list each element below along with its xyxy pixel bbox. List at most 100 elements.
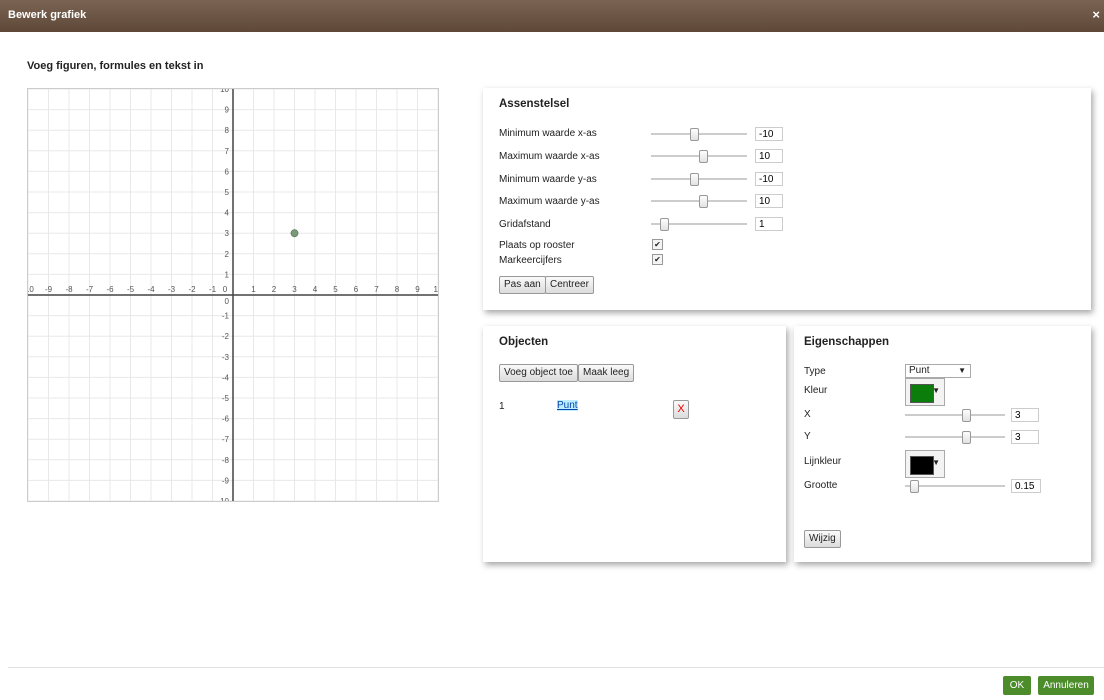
snap-grid-label: Plaats op rooster: [499, 240, 575, 251]
x-label: X: [804, 409, 811, 420]
max-y-slider[interactable]: [651, 195, 747, 208]
tick-numbers-checkbox[interactable]: ✔: [652, 254, 663, 265]
footer-divider: [8, 667, 1104, 668]
slider-thumb[interactable]: [910, 480, 919, 493]
object-index: 1: [499, 401, 505, 412]
x-tick-label: 3: [292, 285, 297, 294]
page-heading: Voeg figuren, formules en tekst in: [27, 60, 204, 72]
x-tick-label: -8: [65, 285, 73, 294]
chevron-down-icon: ▼: [932, 458, 940, 467]
apply-button[interactable]: Wijzig: [804, 530, 841, 548]
y-tick-label: -6: [222, 415, 230, 424]
graph-canvas[interactable]: -10-9-8-7-6-5-4-3-2-10123456789101098765…: [27, 88, 439, 502]
object-link[interactable]: Punt: [557, 400, 578, 411]
color-swatch: [910, 384, 934, 403]
slider-thumb[interactable]: [962, 409, 971, 422]
axes-panel-title: Assenstelsel: [499, 98, 570, 110]
slider-thumb[interactable]: [690, 128, 699, 141]
x-tick-label: -1: [209, 285, 217, 294]
y-tick-label: -1: [222, 312, 230, 321]
x-input[interactable]: [1011, 408, 1039, 422]
delete-object-button[interactable]: X: [673, 400, 689, 419]
color-picker[interactable]: ▼: [905, 378, 945, 406]
slider-thumb[interactable]: [699, 195, 708, 208]
y-tick-label: 9: [225, 106, 230, 115]
y-tick-label: 7: [225, 147, 230, 156]
min-y-slider[interactable]: [651, 173, 747, 186]
max-x-label: Maximum waarde x-as: [499, 151, 600, 162]
min-y-label: Minimum waarde y-as: [499, 174, 597, 185]
properties-panel: Eigenschappen Type Punt ▼ Kleur ▼ X Y Li…: [794, 326, 1091, 562]
x-tick-label: 2: [272, 285, 277, 294]
min-x-label: Minimum waarde x-as: [499, 128, 597, 139]
fit-button[interactable]: Pas aan: [499, 276, 546, 294]
grid-spacing-label: Gridafstand: [499, 219, 551, 230]
min-x-slider[interactable]: [651, 128, 747, 141]
y-tick-label: -2: [222, 332, 230, 341]
max-x-input[interactable]: [755, 149, 783, 163]
y-input[interactable]: [1011, 430, 1039, 444]
size-slider[interactable]: [905, 480, 1005, 493]
x-tick-label: -7: [86, 285, 94, 294]
slider-thumb[interactable]: [660, 218, 669, 231]
linecolor-picker[interactable]: ▼: [905, 450, 945, 478]
y-tick-label: 2: [225, 250, 230, 259]
slider-thumb[interactable]: [690, 173, 699, 186]
axes-panel: Assenstelsel Minimum waarde x-as Maximum…: [483, 88, 1091, 310]
ok-button[interactable]: OK: [1003, 676, 1031, 695]
y-tick-label: 5: [225, 188, 230, 197]
max-y-input[interactable]: [755, 194, 783, 208]
y-tick-label: -7: [222, 435, 230, 444]
properties-panel-title: Eigenschappen: [804, 336, 889, 348]
x-tick-label: 6: [354, 285, 359, 294]
y-tick-label: -9: [222, 476, 230, 485]
y-tick-label: 10: [220, 89, 229, 94]
y-tick-label: -10: [217, 497, 229, 501]
x-slider[interactable]: [905, 409, 1005, 422]
tick-numbers-label: Markeercijfers: [499, 255, 562, 266]
graph-svg[interactable]: -10-9-8-7-6-5-4-3-2-10123456789101098765…: [28, 89, 438, 501]
type-label: Type: [804, 366, 826, 377]
x-tick-label: 1: [251, 285, 256, 294]
dialog-titlebar: Bewerk grafiek ×: [0, 0, 1104, 32]
dialog-title: Bewerk grafiek: [8, 9, 87, 21]
cancel-button[interactable]: Annuleren: [1038, 676, 1094, 695]
add-object-button[interactable]: Voeg object toe: [499, 364, 578, 382]
x-tick-label: 4: [313, 285, 318, 294]
x-tick-label: 10: [434, 285, 438, 294]
y-tick-label: 3: [225, 229, 230, 238]
min-x-input[interactable]: [755, 127, 783, 141]
min-y-input[interactable]: [755, 172, 783, 186]
y-slider[interactable]: [905, 431, 1005, 444]
x-tick-label: -5: [127, 285, 135, 294]
x-tick-label: 7: [374, 285, 379, 294]
size-input[interactable]: [1011, 479, 1041, 493]
clear-button[interactable]: Maak leeg: [578, 364, 635, 382]
x-tick-label: -3: [168, 285, 176, 294]
slider-thumb[interactable]: [962, 431, 971, 444]
size-label: Grootte: [804, 480, 838, 491]
snap-grid-checkbox[interactable]: ✔: [652, 239, 663, 250]
objects-panel-title: Objecten: [499, 336, 549, 348]
y-tick-label: -3: [222, 353, 230, 362]
x-tick-label: 5: [333, 285, 338, 294]
chevron-down-icon: ▼: [932, 386, 940, 395]
y-tick-label: 8: [225, 126, 230, 135]
x-tick-label: 0: [223, 285, 228, 294]
x-tick-label: 8: [395, 285, 400, 294]
chevron-down-icon: ▼: [958, 366, 966, 375]
grid-spacing-input[interactable]: [755, 217, 783, 231]
point-marker[interactable]: [290, 229, 299, 238]
x-tick-label: -6: [106, 285, 114, 294]
color-label: Kleur: [804, 385, 828, 396]
linecolor-label: Lijnkleur: [804, 456, 842, 467]
type-select-value: Punt: [909, 365, 930, 376]
slider-thumb[interactable]: [699, 150, 708, 163]
grid-spacing-slider[interactable]: [651, 218, 747, 231]
max-x-slider[interactable]: [651, 150, 747, 163]
close-icon[interactable]: ×: [1092, 7, 1100, 22]
y-tick-label: 1: [225, 270, 230, 279]
x-tick-label: -4: [147, 285, 155, 294]
center-button[interactable]: Centreer: [545, 276, 594, 294]
type-select[interactable]: Punt ▼: [905, 364, 971, 378]
